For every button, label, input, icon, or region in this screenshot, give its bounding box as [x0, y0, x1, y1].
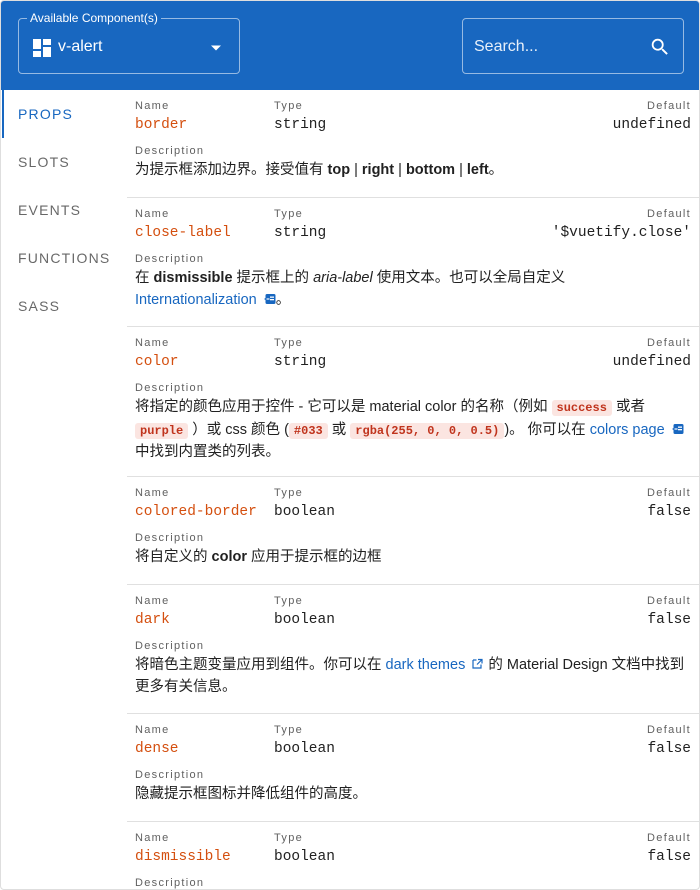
- doc-link[interactable]: colors page: [590, 422, 684, 438]
- doc-link[interactable]: dark themes: [386, 657, 485, 673]
- description-label: Description: [135, 532, 205, 544]
- prop-description: 在 dismissible 提示框上的 aria-label 使用文本。也可以全…: [135, 270, 566, 308]
- prop-type: boolean: [274, 741, 335, 757]
- component-select-label: Available Component(s): [27, 11, 161, 25]
- search-icon[interactable]: [649, 36, 671, 58]
- prop-description: 将自定义的 color 应用于提示框的边框: [135, 549, 382, 565]
- prop-description: 将暗色主题变量应用到组件。你可以在 dark themes 的 Material…: [135, 657, 685, 695]
- description-label: Description: [135, 769, 205, 781]
- description-label: Description: [135, 253, 205, 265]
- api-viewer-card: Available Component(s) v-alert PROPS SLO…: [0, 0, 700, 890]
- bold-term: top: [327, 162, 351, 178]
- prop-description: 隐藏提示框图标并降低组件的高度。: [135, 786, 367, 802]
- props-list: Name Type Default border string undefined Desc…: [127, 90, 699, 889]
- prop-default: false: [647, 504, 691, 520]
- bold-term: dismissible: [153, 270, 233, 286]
- prop-description: 为提示框添加边界。接受值有 top | right | bottom | lef…: [135, 162, 504, 178]
- page-link-icon: [671, 423, 684, 434]
- type-label: Type: [274, 724, 304, 736]
- open-in-new-icon: [472, 658, 483, 669]
- type-label: Type: [274, 487, 304, 499]
- italic-term: aria-label: [313, 270, 373, 286]
- type-label: Type: [274, 595, 304, 607]
- prop-row: Name Type Default dense boolean false Descript…: [127, 714, 699, 822]
- search-field[interactable]: [462, 18, 684, 74]
- name-label: Name: [135, 337, 170, 349]
- prop-name: dark: [135, 612, 170, 628]
- bold-term: left: [466, 162, 489, 178]
- name-label: Name: [135, 832, 170, 844]
- code-chip: #033: [288, 422, 328, 439]
- prop-default: false: [647, 612, 691, 628]
- prop-row: Name Type Default colored-border boolean fals…: [127, 477, 699, 585]
- name-label: Name: [135, 724, 170, 736]
- prop-description: 将指定的颜色应用于控件 - 它可以是 material color 的名称（例如…: [135, 397, 691, 464]
- default-label: Default: [647, 595, 691, 607]
- prop-name: dense: [135, 741, 179, 757]
- prop-type: string: [274, 225, 327, 241]
- name-label: Name: [135, 208, 170, 220]
- code-chip: success: [551, 400, 612, 416]
- description-label: Description: [135, 145, 205, 157]
- prop-type: string: [274, 117, 327, 133]
- tab-slots[interactable]: SLOTS: [2, 138, 127, 186]
- view-dashboard-icon: [33, 39, 51, 57]
- tab-props[interactable]: PROPS: [2, 90, 127, 138]
- toolbar: Available Component(s) v-alert: [1, 1, 699, 90]
- description-label: Description: [135, 640, 205, 652]
- type-label: Type: [274, 337, 304, 349]
- bold-term: color: [211, 549, 247, 565]
- prop-type: boolean: [274, 612, 335, 628]
- menu-down-icon[interactable]: [210, 44, 222, 52]
- default-label: Default: [647, 337, 691, 349]
- code-chip: purple: [135, 422, 189, 439]
- component-select-value: v-alert: [58, 38, 103, 55]
- prop-default: undefined: [612, 354, 691, 370]
- default-label: Default: [647, 100, 691, 112]
- default-label: Default: [647, 487, 691, 499]
- prop-default: '$vuetify.close': [551, 225, 691, 241]
- search-input[interactable]: [474, 35, 639, 59]
- api-tabs: PROPS SLOTS EVENTS FUNCTIONS SASS: [1, 90, 127, 889]
- name-label: Name: [135, 100, 170, 112]
- bold-term: bottom: [405, 162, 456, 178]
- component-select[interactable]: Available Component(s) v-alert: [18, 11, 240, 74]
- prop-row: Name Type Default close-label string '$vuetif…: [127, 198, 699, 327]
- prop-row: Name Type Default dismissible boolean false De…: [127, 822, 699, 889]
- name-label: Name: [135, 595, 170, 607]
- prop-row: Name Type Default border string undefined Desc…: [127, 90, 699, 198]
- default-label: Default: [647, 724, 691, 736]
- code-chip: rgba(255, 0, 0, 0.5): [350, 422, 505, 439]
- prop-row: Name Type Default dark boolean false Descripti…: [127, 585, 699, 714]
- prop-type: boolean: [274, 504, 335, 520]
- doc-link[interactable]: Internationalization: [135, 292, 276, 308]
- type-label: Type: [274, 208, 304, 220]
- prop-type: string: [274, 354, 327, 370]
- prop-row: Name Type Default color string undefined Descr…: [127, 327, 699, 477]
- prop-name: dismissible: [135, 849, 231, 865]
- tab-events[interactable]: EVENTS: [2, 186, 127, 234]
- prop-name: close-label: [135, 225, 231, 241]
- prop-default: false: [647, 741, 691, 757]
- description-label: Description: [135, 382, 205, 394]
- bold-term: right: [361, 162, 395, 178]
- prop-name: border: [135, 117, 188, 133]
- tab-sass[interactable]: SASS: [2, 282, 127, 330]
- description-label: Description: [135, 877, 205, 889]
- default-label: Default: [647, 208, 691, 220]
- prop-name: colored-border: [135, 504, 257, 520]
- prop-default: undefined: [612, 117, 691, 133]
- default-label: Default: [647, 832, 691, 844]
- prop-default: false: [647, 849, 691, 865]
- tab-functions[interactable]: FUNCTIONS: [2, 234, 127, 282]
- prop-type: boolean: [274, 849, 335, 865]
- page-link-icon: [263, 293, 276, 304]
- name-label: Name: [135, 487, 170, 499]
- type-label: Type: [274, 832, 304, 844]
- prop-name: color: [135, 354, 179, 370]
- type-label: Type: [274, 100, 304, 112]
